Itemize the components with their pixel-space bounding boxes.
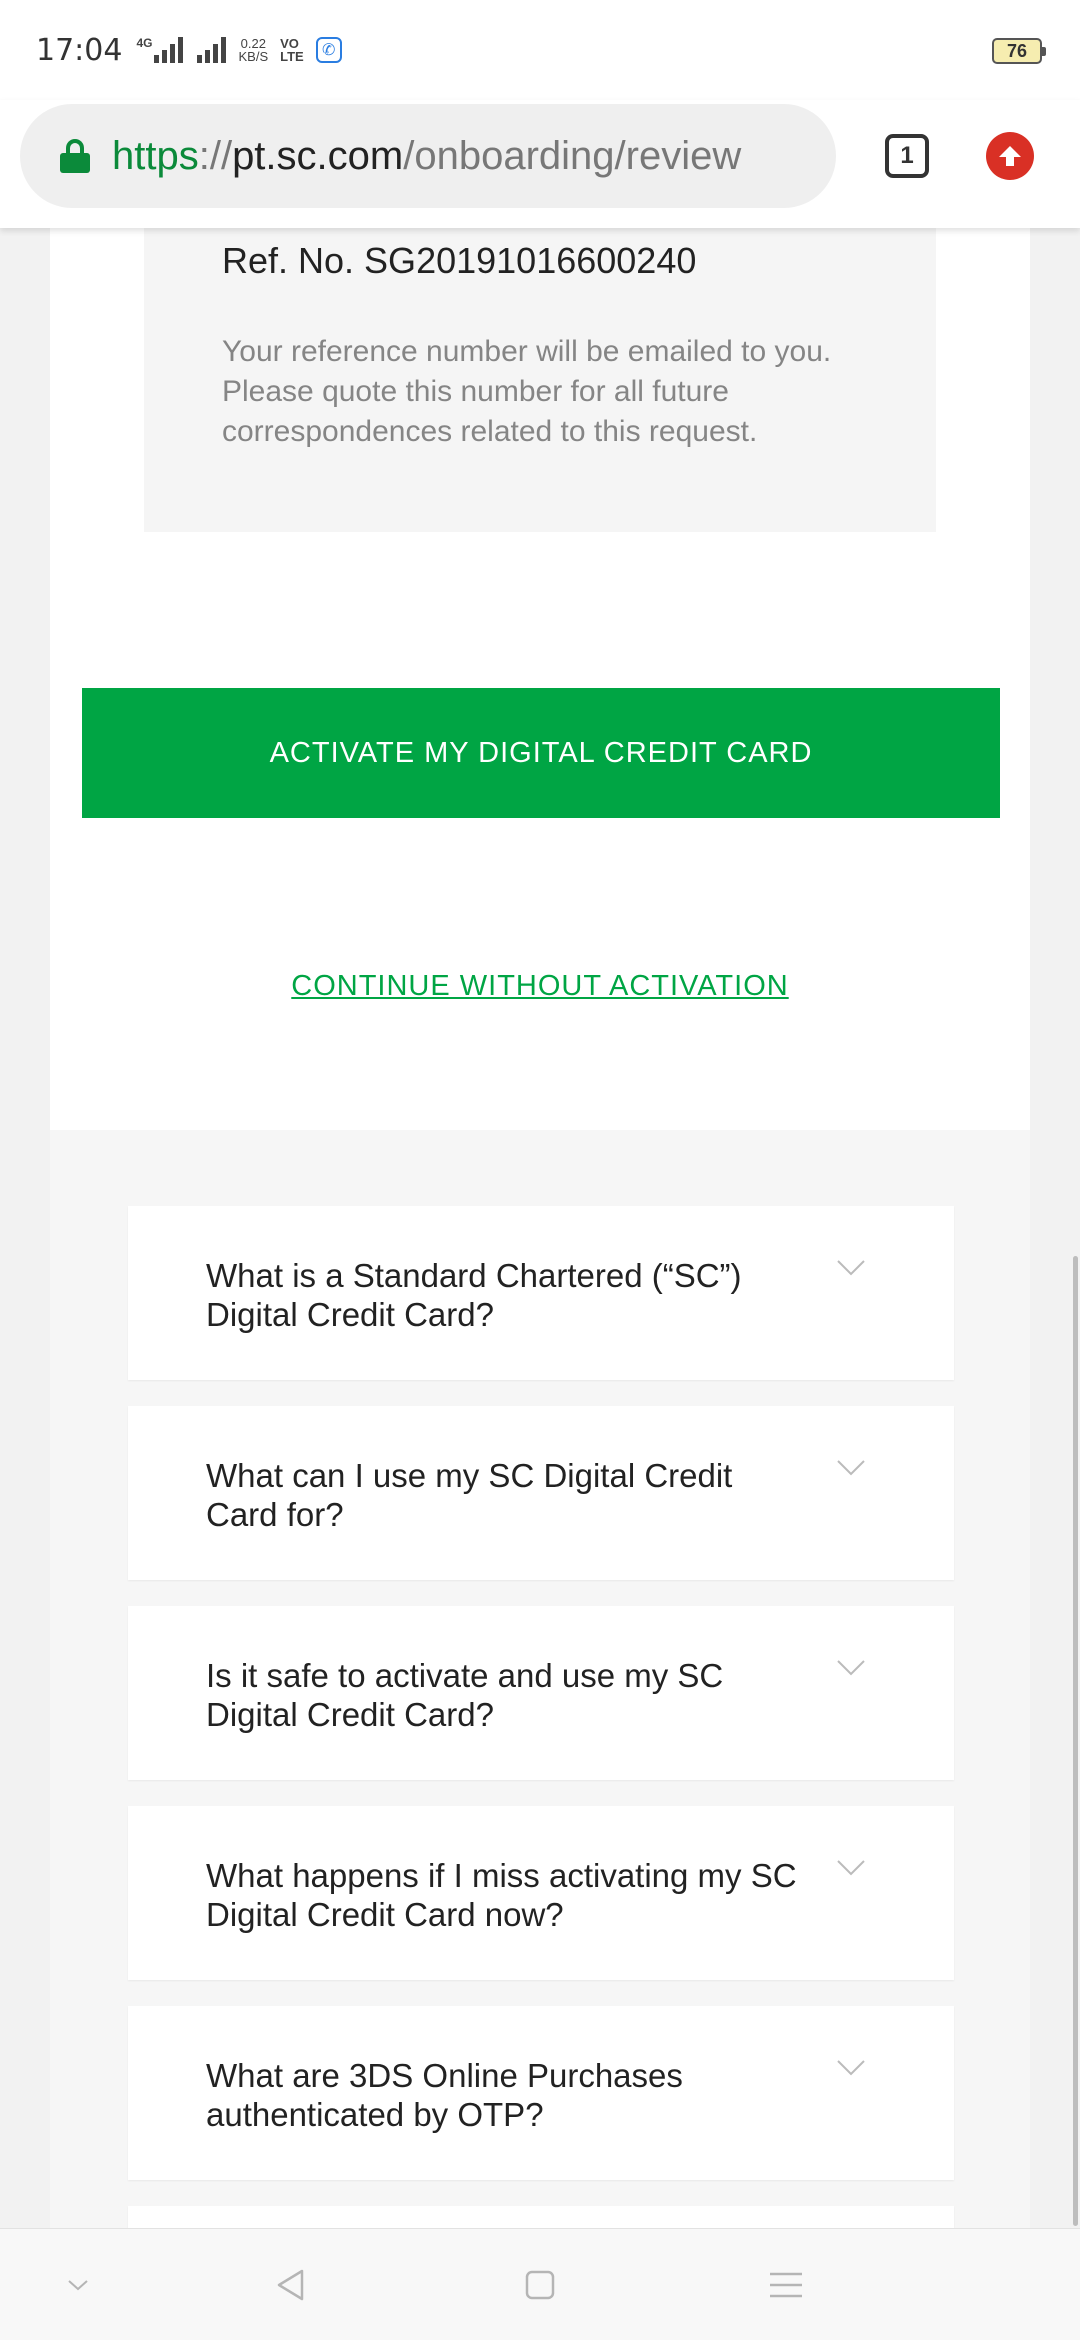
page-content: Ref. No. SG20191016600240 Your reference… bbox=[0, 228, 1080, 2340]
reference-number: Ref. No. SG20191016600240 bbox=[222, 240, 697, 281]
arrow-up-icon bbox=[999, 146, 1021, 166]
url-separator: :// bbox=[198, 133, 233, 178]
volte-bottom: LTE bbox=[280, 49, 304, 64]
faq-item[interactable]: What is a Standard Chartered (“SC”) Digi… bbox=[128, 1206, 954, 1380]
tab-count: 1 bbox=[900, 142, 914, 169]
faq-item[interactable]: Is it safe to activate and use my SC Dig… bbox=[128, 1606, 954, 1780]
faq-question: What can I use my SC Digital Credit Card… bbox=[206, 1457, 733, 1533]
chevron-down-icon[interactable] bbox=[836, 1658, 866, 1678]
volte-icon: VO LTE bbox=[280, 37, 304, 63]
wifi-call-icon: ✆ bbox=[315, 37, 342, 63]
activate-card-button[interactable]: ACTIVATE MY DIGITAL CREDIT CARD bbox=[82, 688, 1000, 818]
faq-item[interactable]: What are 3DS Online Purchases authentica… bbox=[128, 2006, 954, 2180]
faq-section: What is a Standard Chartered (“SC”) Digi… bbox=[50, 1130, 1030, 2340]
chevron-down-icon[interactable] bbox=[836, 2058, 866, 2078]
url-path: /onboarding/review bbox=[403, 133, 742, 178]
home-icon[interactable] bbox=[520, 2265, 560, 2305]
signal-icon bbox=[197, 37, 227, 63]
update-icon[interactable] bbox=[986, 132, 1034, 180]
url-scheme: https bbox=[112, 133, 199, 178]
faq-question: Is it safe to activate and use my SC Dig… bbox=[206, 1657, 724, 1733]
scrollbar[interactable] bbox=[1073, 1256, 1078, 2226]
status-icons: 4G 0.22 KB/S VO LTE ✆ bbox=[136, 36, 342, 63]
faq-question: What are 3DS Online Purchases authentica… bbox=[206, 2057, 683, 2133]
chevron-down-icon[interactable] bbox=[836, 1858, 866, 1878]
status-bar: 17:04 4G 0.22 KB/S VO LTE ✆ 76 bbox=[0, 0, 1080, 100]
network-type-label: 4G bbox=[136, 36, 153, 50]
chevron-down-icon[interactable] bbox=[836, 1258, 866, 1278]
url-host: pt.sc.com bbox=[232, 133, 404, 178]
tab-switcher-icon[interactable]: 1 bbox=[885, 134, 929, 178]
chevron-down-icon[interactable] bbox=[836, 1458, 866, 1478]
url-bar[interactable]: https://pt.sc.com/onboarding/review bbox=[20, 104, 836, 208]
confirmation-card: Ref. No. SG20191016600240 Your reference… bbox=[50, 228, 1030, 1130]
reference-box: Ref. No. SG20191016600240 Your reference… bbox=[144, 228, 936, 532]
faq-question: What happens if I miss activating my SC … bbox=[206, 1857, 797, 1933]
faq-question: What is a Standard Chartered (“SC”) Digi… bbox=[206, 1257, 742, 1333]
collapse-icon[interactable] bbox=[58, 2265, 98, 2305]
continue-without-activation-link[interactable]: CONTINUE WITHOUT ACTIVATION bbox=[50, 970, 1030, 1003]
system-nav-bar bbox=[0, 2228, 1080, 2340]
faq-item[interactable]: What happens if I miss activating my SC … bbox=[128, 1806, 954, 1980]
lock-icon[interactable] bbox=[60, 139, 90, 173]
back-icon[interactable] bbox=[270, 2265, 310, 2305]
battery-level: 76 bbox=[1006, 40, 1028, 61]
url-text[interactable]: https://pt.sc.com/onboarding/review bbox=[112, 134, 741, 179]
browser-toolbar: https://pt.sc.com/onboarding/review 1 bbox=[0, 100, 1080, 228]
menu-icon[interactable] bbox=[766, 2265, 806, 2305]
reference-note: Your reference number will be emailed to… bbox=[222, 335, 832, 448]
battery-icon: 76 bbox=[992, 38, 1046, 64]
faq-item[interactable]: What can I use my SC Digital Credit Card… bbox=[128, 1406, 954, 1580]
net-speed-unit: KB/S bbox=[238, 49, 269, 64]
signal-4g-icon: 4G bbox=[136, 36, 184, 63]
status-time: 17:04 bbox=[36, 32, 123, 68]
net-speed: 0.22 KB/S bbox=[238, 37, 268, 63]
